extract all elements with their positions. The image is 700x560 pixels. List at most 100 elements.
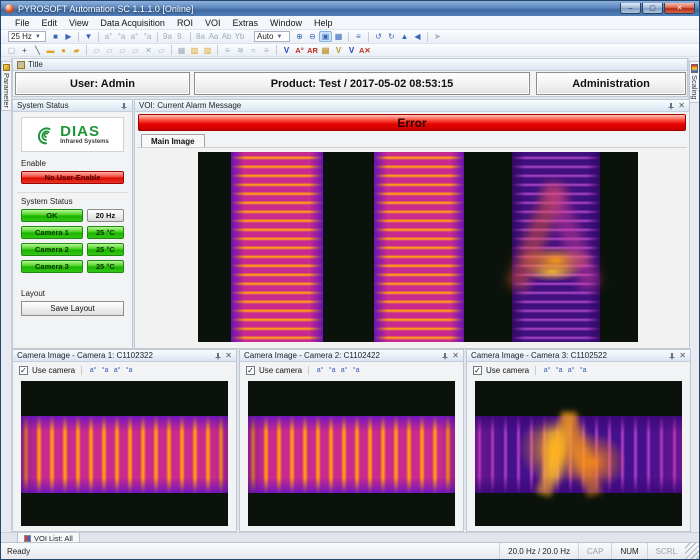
pin-icon[interactable]	[214, 352, 222, 360]
flip-vertical-icon[interactable]: ◀	[411, 31, 424, 42]
system-status-panel-header[interactable]: System Status	[13, 100, 132, 112]
align-right-icon[interactable]: ≡	[260, 45, 273, 56]
administration-button[interactable]: Administration	[536, 72, 686, 95]
camera-2-panel-header[interactable]: Camera Image - Camera 2: C1102422 ✕	[240, 350, 463, 362]
select-icon[interactable]: ▢	[5, 45, 18, 56]
menu-roi[interactable]: ROI	[171, 17, 199, 29]
camera-3-panel-header[interactable]: Camera Image - Camera 3: C1102522 ✕	[467, 350, 690, 362]
stop-icon[interactable]: ■	[49, 31, 62, 42]
voi-edit-icon[interactable]: V	[332, 45, 345, 56]
flip-horizontal-icon[interactable]: ▲	[398, 31, 411, 42]
align-center-icon[interactable]: ≋	[234, 45, 247, 56]
resize-grip[interactable]	[685, 543, 699, 559]
add-point-icon[interactable]: +	[18, 45, 31, 56]
roi-add-icon[interactable]: A°	[293, 45, 306, 56]
camera-alarm-low-icon[interactable]: a°	[88, 365, 98, 376]
product-button[interactable]: Product: Test / 2017-05-02 08:53:15	[194, 72, 530, 95]
camera-3-temperature-indicator[interactable]: 25 °C	[87, 260, 124, 273]
save-layout-button[interactable]: Save Layout	[21, 301, 124, 316]
pin-icon[interactable]	[668, 352, 676, 360]
zoom-in-icon[interactable]: ⊕	[293, 31, 306, 42]
camera-3-image-canvas[interactable]	[475, 381, 682, 526]
camera-focus-near-icon[interactable]: a°	[566, 365, 576, 376]
main-image-canvas[interactable]	[198, 152, 638, 342]
use-camera-checkbox[interactable]: ✓	[246, 366, 255, 375]
pin-icon[interactable]	[667, 102, 675, 110]
camera-alarm-high-icon[interactable]: °a	[554, 365, 564, 376]
zoom-window-icon[interactable]: ▦	[332, 31, 345, 42]
resize-roi-icon[interactable]: ▱	[116, 45, 129, 56]
reference-a-icon[interactable]: Aa	[207, 31, 220, 42]
copy-roi-icon[interactable]: ▱	[90, 45, 103, 56]
zoom-out-icon[interactable]: ⊖	[306, 31, 319, 42]
draw-polygon-icon[interactable]: ▰	[70, 45, 83, 56]
reference-b-icon[interactable]: Ab	[220, 31, 233, 42]
menu-voi[interactable]: VOI	[199, 17, 227, 29]
parameter-side-tab[interactable]: Parameter	[1, 61, 12, 111]
camera-focus-far-icon[interactable]: °a	[578, 365, 588, 376]
camera-alarm-high-icon[interactable]: °a	[327, 365, 337, 376]
zoom-fit-icon[interactable]: ▣	[319, 31, 332, 42]
reference-y-icon[interactable]: Yb	[233, 31, 246, 42]
record-start-icon[interactable]: a°	[128, 31, 141, 42]
scaling-side-tab[interactable]: Scaling	[689, 61, 700, 103]
camera-2-temperature-indicator[interactable]: 25 °C	[87, 243, 124, 256]
panel-close-icon[interactable]: ✕	[678, 102, 685, 110]
reference-image-icon[interactable]: 8a	[194, 31, 207, 42]
menu-help[interactable]: Help	[308, 17, 339, 29]
export-roi-icon[interactable]: ▨	[188, 45, 201, 56]
title-panel-header[interactable]: Title	[13, 59, 687, 71]
draw-rectangle-icon[interactable]: ▬	[44, 45, 57, 56]
distribute-icon[interactable]: ≈	[247, 45, 260, 56]
minimize-button[interactable]: –	[620, 3, 641, 14]
move-roi-icon[interactable]: ▱	[103, 45, 116, 56]
align-left-icon[interactable]: ≡	[221, 45, 234, 56]
camera-1-image-canvas[interactable]	[21, 381, 228, 526]
menu-data-acquisition[interactable]: Data Acquisition	[94, 17, 171, 29]
frequency-combo[interactable]: 25 Hz ▼	[8, 31, 46, 42]
menu-view[interactable]: View	[63, 17, 94, 29]
menu-file[interactable]: File	[9, 17, 36, 29]
camera-2-image-canvas[interactable]	[248, 381, 455, 526]
pin-icon[interactable]	[120, 102, 128, 110]
menu-window[interactable]: Window	[264, 17, 308, 29]
user-button[interactable]: User: Admin	[15, 72, 190, 95]
pointer-icon[interactable]: ➤	[431, 31, 444, 42]
camera-1-temperature-indicator[interactable]: 25 °C	[87, 226, 124, 239]
camera-alarm-low-icon[interactable]: a°	[315, 365, 325, 376]
camera-1-panel-header[interactable]: Camera Image - Camera 1: C1102322 ✕	[13, 350, 236, 362]
panel-close-icon[interactable]: ✕	[452, 352, 459, 360]
main-image-tab[interactable]: Main Image	[141, 134, 205, 147]
use-camera-checkbox[interactable]: ✓	[19, 366, 28, 375]
close-button[interactable]: ✕	[664, 3, 695, 14]
acquire-start-icon[interactable]: a°	[102, 31, 115, 42]
palette-icon[interactable]: ≡	[352, 31, 365, 42]
roi-delete-all-icon[interactable]: A✕	[358, 45, 372, 56]
panel-close-icon[interactable]: ✕	[225, 352, 232, 360]
camera-alarm-low-icon[interactable]: a°	[542, 365, 552, 376]
scaling-mode-combo[interactable]: Auto ▼	[254, 31, 290, 42]
filter-icon[interactable]: ▼	[82, 31, 95, 42]
camera-3-status-indicator[interactable]: Camera 3	[21, 260, 83, 273]
grid-icon[interactable]: ▦	[175, 45, 188, 56]
title-bar[interactable]: PYROSOFT Automation SC 1.1.1.0 [Online] …	[1, 1, 699, 16]
roi-reference-icon[interactable]: AR	[306, 45, 319, 56]
import-roi-icon[interactable]: ▨	[201, 45, 214, 56]
camera-alarm-high-icon[interactable]: °a	[100, 365, 110, 376]
voi-check-icon[interactable]: V	[280, 45, 293, 56]
snapshot-save-icon[interactable]: 9.	[174, 31, 187, 42]
frame-rate-indicator[interactable]: 20 Hz	[87, 209, 124, 222]
delete-roi-icon[interactable]: ✕	[142, 45, 155, 56]
duplicate-roi-icon[interactable]: ▱	[129, 45, 142, 56]
record-stop-icon[interactable]: °a	[141, 31, 154, 42]
pin-icon[interactable]	[441, 352, 449, 360]
maximize-button[interactable]: ▢	[642, 3, 663, 14]
panel-close-icon[interactable]: ✕	[679, 352, 686, 360]
camera-focus-near-icon[interactable]: a°	[339, 365, 349, 376]
camera-focus-far-icon[interactable]: °a	[351, 365, 361, 376]
rotate-right-icon[interactable]: ↻	[385, 31, 398, 42]
use-camera-checkbox[interactable]: ✓	[473, 366, 482, 375]
camera-1-status-indicator[interactable]: Camera 1	[21, 226, 83, 239]
roi-palette-icon[interactable]: ▤	[319, 45, 332, 56]
user-enable-status-button[interactable]: No User-Enable	[21, 171, 124, 184]
